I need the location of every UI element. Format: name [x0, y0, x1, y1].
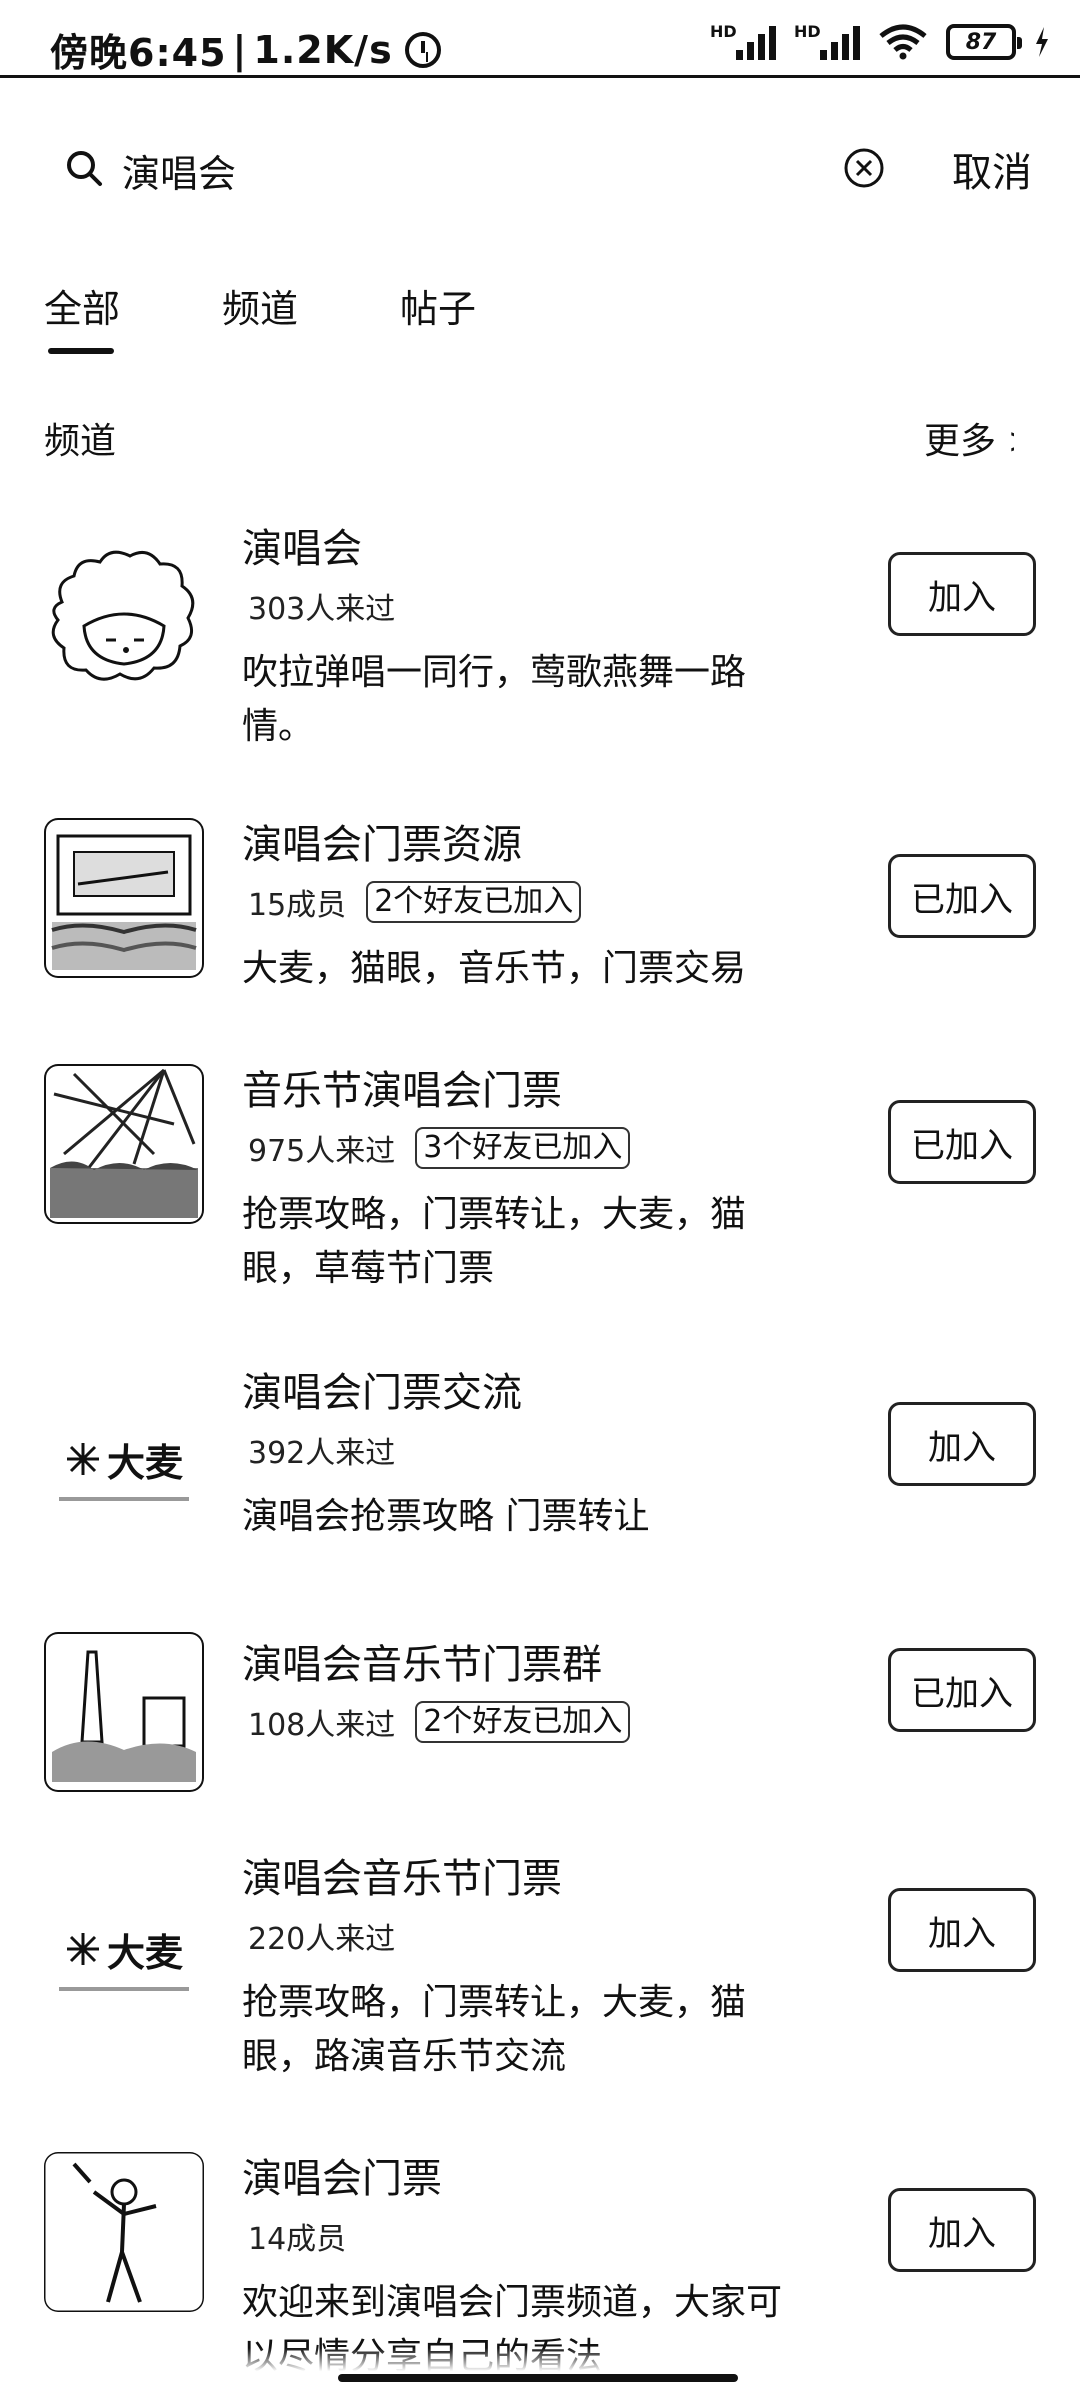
join-button[interactable]: 加入: [888, 1888, 1036, 1972]
channel-avatar: [44, 1632, 204, 1792]
channel-avatar: 大麦: [44, 1386, 204, 1546]
channel-meta: 303人来过: [248, 584, 395, 628]
channel-visitor-count: 108人来过: [248, 1708, 396, 1743]
cancel-button[interactable]: 取消: [952, 140, 1032, 198]
channel-meta: 108人来过 2个好友已加入: [248, 1700, 631, 1744]
charging-bolt-icon: [1036, 27, 1048, 57]
damai-star-icon: [66, 1933, 99, 1965]
battery-icon: 87: [946, 24, 1022, 60]
status-divider: |: [232, 27, 248, 72]
channel-name: 演唱会门票: [242, 2156, 442, 2202]
result-tabs: 全部 频道 帖子: [0, 270, 1080, 360]
friends-joined-badge: 2个好友已加入: [366, 881, 582, 923]
channel-avatar: [44, 1064, 204, 1224]
channel-avatar: [44, 818, 204, 978]
channel-description: 大麦，猫眼，音乐节，门票交易: [242, 948, 747, 989]
search-input[interactable]: [122, 142, 822, 198]
tab-channels[interactable]: 频道: [222, 278, 298, 333]
channel-name: 演唱会: [242, 526, 362, 572]
status-time: 傍晚6:45: [50, 31, 227, 75]
damai-logo: 大麦: [44, 1386, 204, 1546]
damai-logo-text: 大麦: [106, 1930, 183, 1975]
status-net-speed: 1.2K/s: [253, 27, 393, 72]
channel-meta: 220人来过: [248, 1914, 395, 1958]
join-button[interactable]: 加入: [888, 552, 1036, 636]
cartoon-sheep-icon: [44, 542, 204, 702]
channel-item[interactable]: 演唱会门票资源 15成员 2个好友已加入 大麦，猫眼，音乐节，门票交易 已加入: [0, 812, 1080, 1032]
damai-logo: 大麦: [44, 1876, 204, 2036]
join-button[interactable]: 加入: [888, 2188, 1036, 2272]
channel-description: 抢票攻略，门票转让，大麦，猫眼，路演音乐节交流: [242, 1982, 747, 2077]
tower-drawing-icon: [44, 1632, 204, 1792]
concert-stage-photo-icon: [44, 818, 204, 978]
join-button[interactable]: 加入: [888, 1402, 1036, 1486]
channel-visitor-count: 303人来过: [248, 592, 396, 627]
channel-name: 演唱会门票资源: [242, 822, 522, 868]
section-title: 频道: [44, 421, 117, 462]
signal-icon: HD: [710, 24, 776, 60]
status-left: 傍晚6:45 | 1.2K/s: [50, 22, 441, 77]
channel-meta: 392人来过: [248, 1428, 395, 1472]
tab-indicator: [48, 348, 114, 354]
channel-visitor-count: 392人来过: [248, 1436, 396, 1471]
status-right: HD HD 87: [710, 24, 1050, 60]
search-icon: [67, 151, 102, 186]
channel-item[interactable]: 大麦 演唱会门票交流 392人来过 演唱会抢票攻略 门票转让 加入: [0, 1360, 1080, 1580]
channel-meta: 14成员: [248, 2214, 346, 2258]
concert-lights-photo-icon: [44, 1064, 204, 1224]
channel-name: 演唱会音乐节门票: [242, 1856, 562, 1902]
joined-button[interactable]: 已加入: [888, 1648, 1036, 1732]
search-bar: 取消: [0, 120, 1080, 220]
tab-all[interactable]: 全部: [44, 278, 120, 333]
channel-visitor-count: 975人来过: [248, 1134, 396, 1169]
channel-avatar: 大麦: [44, 1876, 204, 2036]
channel-name: 音乐节演唱会门票: [242, 1068, 562, 1114]
channel-item[interactable]: 大麦 演唱会音乐节门票 220人来过 抢票攻略，门票转让，大麦，猫眼，路演音乐节…: [0, 1846, 1080, 2106]
channel-item[interactable]: 音乐节演唱会门票 975人来过 3个好友已加入 抢票攻略，门票转让，大麦，猫眼，…: [0, 1058, 1080, 1318]
joined-button[interactable]: 已加入: [888, 1100, 1036, 1184]
channel-member-count: 14成员: [248, 2222, 347, 2257]
damai-logo-text: 大麦: [106, 1440, 183, 1485]
damai-star-icon: [66, 1443, 99, 1475]
channel-item[interactable]: 演唱会 303人来过 吹拉弹唱一同行，莺歌燕舞一路情。 加入: [0, 516, 1080, 776]
clear-icon[interactable]: [842, 146, 886, 190]
joined-button[interactable]: 已加入: [888, 854, 1036, 938]
channel-item[interactable]: 演唱会音乐节门票群 108人来过 2个好友已加入 已加入: [0, 1632, 1080, 1812]
channel-description: 演唱会抢票攻略 门票转让: [242, 1496, 650, 1537]
channel-name: 演唱会音乐节门票群: [242, 1642, 602, 1688]
singer-figure-icon: [44, 2152, 204, 2312]
status-bar: 傍晚6:45 | 1.2K/s HD HD 87: [0, 0, 1080, 78]
tab-posts[interactable]: 帖子: [400, 278, 476, 333]
channel-description: 抢票攻略，门票转让，大麦，猫眼，草莓节门票: [242, 1194, 747, 1289]
channel-member-count: 15成员: [248, 888, 347, 923]
channel-avatar: [44, 2152, 204, 2312]
channel-name: 演唱会门票交流: [242, 1370, 522, 1416]
battery-level: 87: [965, 29, 997, 55]
alarm-icon: [404, 31, 441, 68]
channel-meta: 975人来过 3个好友已加入: [248, 1126, 631, 1170]
home-indicator[interactable]: [338, 2374, 738, 2382]
friends-joined-badge: 2个好友已加入: [415, 1701, 631, 1743]
friends-joined-badge: 3个好友已加入: [415, 1127, 631, 1169]
signal-icon-2: HD: [794, 24, 860, 60]
channel-description: 吹拉弹唱一同行，莺歌燕舞一路情。: [242, 652, 747, 747]
wifi-icon: [879, 24, 927, 60]
channel-visitor-count: 220人来过: [248, 1922, 396, 1957]
channel-meta: 15成员 2个好友已加入: [248, 880, 582, 924]
channel-avatar: [44, 542, 204, 702]
more-link[interactable]: 更多 >: [924, 412, 1014, 464]
